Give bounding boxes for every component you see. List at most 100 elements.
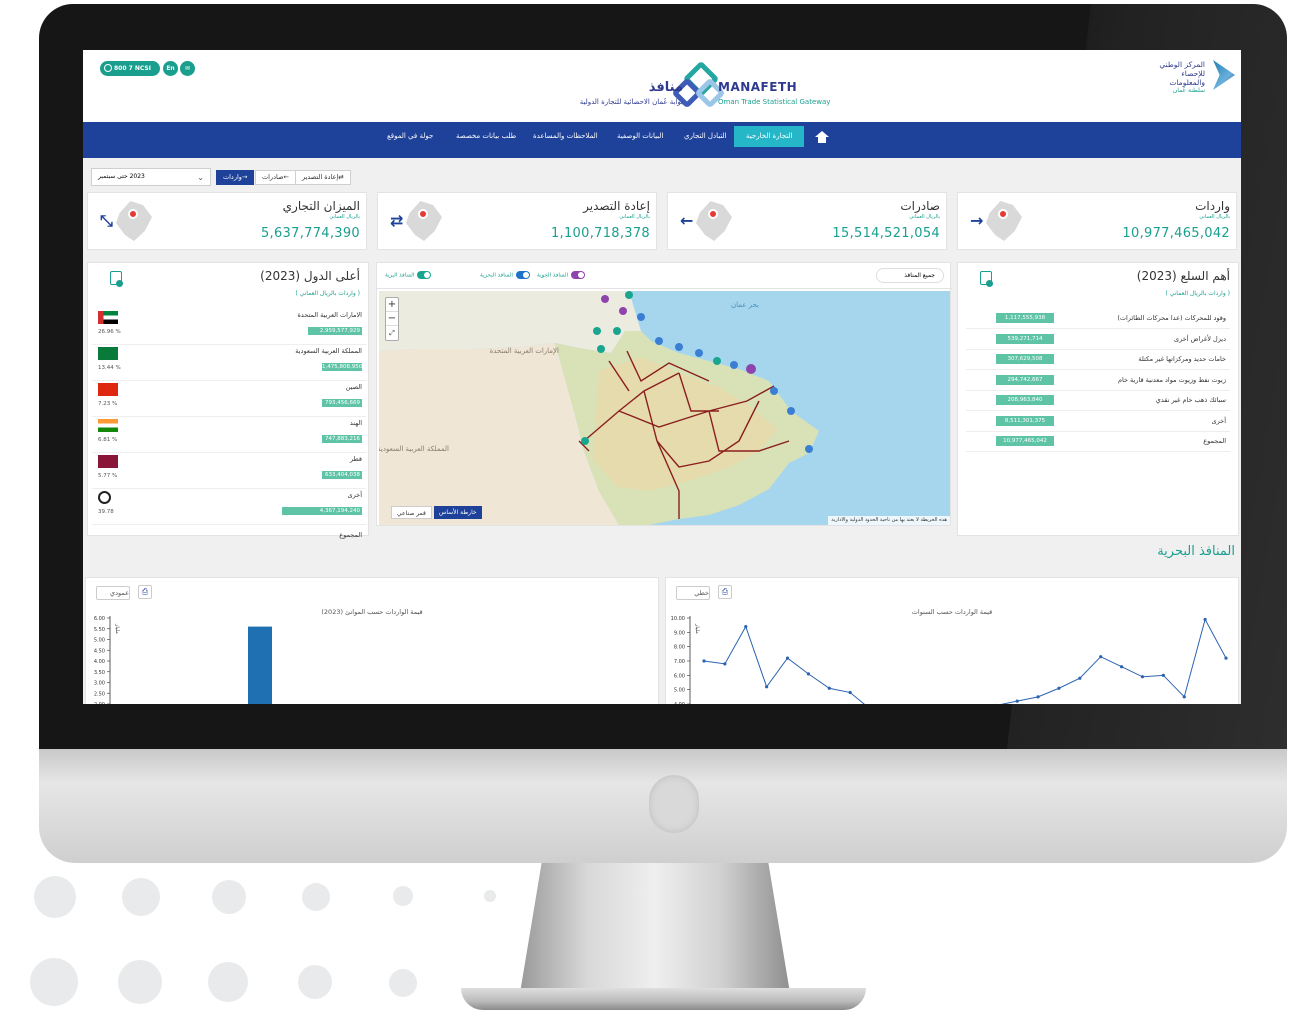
pin-icon	[128, 209, 138, 219]
country-row[interactable]: الامارات العربية المتحدة 2,959,577,929 26.…	[92, 309, 366, 345]
port-marker[interactable]	[746, 364, 756, 374]
goods-row[interactable]: زيوت نفط وزيوت مواد معدنية قارية خام 294,…	[966, 371, 1230, 391]
toggle-sea-ports[interactable]: المنافذ البحرية	[480, 271, 530, 279]
segment-reexport[interactable]: ⇄إعادة التصدير	[295, 170, 351, 185]
kpi-trade-balance[interactable]: ⤡ الميزان التجاري بالريال العماني 5,637,…	[87, 192, 367, 250]
nav-item-metadata[interactable]: البيانات الوصفية	[617, 122, 663, 158]
chart-type-select[interactable]: خطي	[676, 586, 710, 600]
country-row[interactable]: الهند 747,883,216 6.81 %	[92, 417, 366, 453]
port-marker[interactable]	[581, 437, 589, 445]
country-row[interactable]: أخرى 4,367,194,240 39.78	[92, 489, 366, 525]
port-marker[interactable]	[601, 295, 609, 303]
map-label: بحر عمان	[731, 301, 759, 309]
port-marker[interactable]	[637, 313, 645, 321]
kpi-unit: بالريال العماني	[1199, 214, 1230, 220]
port-marker[interactable]	[593, 327, 601, 335]
country-share: 7.23 %	[98, 401, 118, 407]
flag-india-icon	[98, 419, 118, 432]
country-name: المملكة العربية السعودية	[295, 347, 362, 355]
country-row[interactable]: الصين 793,456,669 7.23 %	[92, 381, 366, 417]
port-marker[interactable]	[695, 349, 703, 357]
port-marker[interactable]	[787, 407, 795, 415]
port-marker[interactable]	[770, 387, 778, 395]
zoom-out-button[interactable]: −	[386, 312, 398, 326]
map-canvas[interactable]: بحر عمان الإمارات العربية المتحدة المملك…	[379, 291, 950, 525]
brand-name-en: MANAFETH	[718, 80, 798, 94]
org-name-line: والمعلومات	[1169, 78, 1205, 87]
port-marker[interactable]	[655, 337, 663, 345]
chart-type-select[interactable]: عمودي	[96, 586, 130, 600]
country-value-bar: 2,959,577,929	[308, 327, 362, 335]
port-marker[interactable]	[713, 357, 721, 365]
kpi-imports[interactable]: → واردات بالريال العماني 10,977,465,042	[957, 192, 1237, 250]
print-icon[interactable]: ⎙	[138, 585, 152, 599]
section-title: المنافذ البحرية	[1157, 544, 1235, 559]
flag-world-icon	[98, 491, 111, 504]
kpi-title: صادرات	[900, 199, 940, 213]
country-row[interactable]: المملكة العربية السعودية 1,475,808,950 13.…	[92, 345, 366, 381]
monitor-mockup: 800 7 NCSI 6274 En ✉ منافذ بوابة عُمان ا…	[0, 0, 1295, 1016]
segment-reexport-label: إعادة التصدير	[302, 173, 339, 181]
kpi-unit: بالريال العماني	[329, 214, 360, 220]
port-marker[interactable]	[597, 345, 605, 353]
fullscreen-icon[interactable]: ⤢	[386, 326, 398, 340]
kpi-exports[interactable]: ← صادرات بالريال العماني 15,514,521,054	[667, 192, 947, 250]
goods-row[interactable]: سبائك ذهب خام غير نقدي 208,963,840	[966, 391, 1230, 411]
goods-value: 10,977,465,042	[996, 436, 1054, 446]
nav-item-help[interactable]: الملاحظات والمساعدة	[533, 122, 598, 158]
excel-export-icon[interactable]	[110, 271, 123, 287]
site-header: 800 7 NCSI 6274 En ✉ منافذ بوابة عُمان ا…	[83, 50, 1241, 122]
goods-value: 307,629,508	[996, 354, 1054, 364]
nav-item-trade-exchange[interactable]: التبادل التجاري	[684, 122, 727, 158]
segment-exports[interactable]: ←صادرات	[255, 170, 296, 185]
country-row[interactable]: قطر 633,404,038 5.77 %	[92, 453, 366, 489]
arrow-out-icon: ←	[680, 211, 694, 230]
satellite-button[interactable]: قمر صناعي	[391, 506, 432, 519]
bar-chart: 6.00 5.50 5.00 4.50 4.00 3.50 3.00 2.50 2.00 مليا…	[94, 616, 272, 704]
toggle-air-ports[interactable]: المنافذ الجوية	[537, 271, 586, 279]
toggle-switch	[515, 271, 530, 279]
nav-item-site-tour[interactable]: جولة في الموقع	[387, 122, 433, 158]
toggle-switch	[571, 271, 586, 279]
kpi-reexport[interactable]: ⇄ إعادة التصدير بالريال العماني 1,100,71…	[377, 192, 657, 250]
home-icon[interactable]	[815, 131, 829, 143]
port-marker[interactable]	[675, 343, 683, 351]
mail-icon[interactable]: ✉	[180, 61, 195, 76]
language-button[interactable]: En	[163, 61, 178, 76]
print-icon[interactable]: ⎙	[718, 585, 732, 599]
port-marker[interactable]	[805, 445, 813, 453]
y-tick-label: 4.00	[674, 702, 685, 704]
y-tick-label: 5.50	[94, 627, 105, 633]
basemap-button[interactable]: خارطة الأساس	[434, 506, 482, 519]
map-label: الإمارات العربية المتحدة	[490, 347, 559, 355]
excel-export-icon[interactable]	[980, 271, 993, 287]
port-marker[interactable]	[613, 327, 621, 335]
goods-row[interactable]: أخرى 8,511,301,375	[966, 412, 1230, 432]
ncsi-logo[interactable]: المركز الوطني للإحصاء والمعلومات سلطنة ع…	[1115, 60, 1235, 110]
port-marker[interactable]	[625, 291, 633, 299]
nav-item-custom-data[interactable]: طلب بيانات مخصصة	[456, 122, 516, 158]
ports-map-panel: جميع المنافذ المنافذ الجوية المنافذ البح…	[376, 262, 952, 526]
countries-total-label: المجموع	[339, 531, 362, 539]
hotline-button[interactable]: 800 7 NCSI 6274	[100, 61, 160, 87]
kpi-value: 1,100,718,378	[550, 226, 650, 241]
y-tick-label: 2.00	[94, 702, 105, 704]
port-marker[interactable]	[619, 307, 627, 315]
segment-imports[interactable]: →واردات	[216, 170, 255, 185]
brand-logo[interactable]: منافذ بوابة عُمان الاحصائية للتجارة الدو…	[533, 60, 853, 116]
port-marker[interactable]	[730, 361, 738, 369]
segment-imports-label: واردات	[223, 173, 242, 181]
toggle-land-ports[interactable]: المنافذ البرية	[385, 271, 432, 279]
goods-row[interactable]: وقود للمحركات (عدا محركات الطائرات) 1,117…	[966, 309, 1230, 329]
zoom-in-button[interactable]: +	[386, 298, 398, 312]
decor-dot	[118, 960, 162, 1004]
year-dropdown[interactable]: 2023 حتى سبتمبر ⌄	[91, 168, 211, 186]
port-select[interactable]: جميع المنافذ	[876, 268, 944, 283]
main-navbar: التجارة الخارجية التبادل التجاري البيانا…	[83, 122, 1241, 158]
decor-dot	[298, 965, 332, 999]
org-name-line: المركز الوطني	[1159, 60, 1205, 69]
goods-row[interactable]: خامات حديد ومركزاتها غير مكتلة 307,629,50…	[966, 350, 1230, 370]
nav-item-foreign-trade[interactable]: التجارة الخارجية	[734, 126, 805, 147]
goods-row[interactable]: ديزل لأغراض أخرى 539,271,714	[966, 330, 1230, 350]
goods-total-row[interactable]: المجموع 10,977,465,042	[966, 432, 1230, 452]
